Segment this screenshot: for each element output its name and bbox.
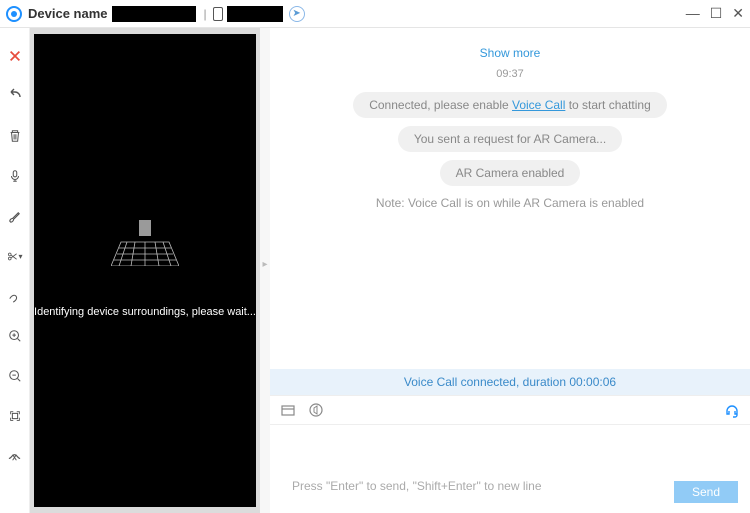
scissors-icon[interactable]: ▾ [7, 248, 23, 264]
main: ▾ [0, 28, 750, 513]
preview-status-text: Identifying device surroundings, please … [34, 306, 256, 318]
close-tool-icon[interactable] [7, 48, 23, 64]
tag-icon[interactable] [7, 288, 23, 304]
minimize-button[interactable]: — [686, 5, 700, 22]
undo-icon[interactable] [7, 88, 23, 104]
brush-icon[interactable] [7, 208, 23, 224]
call-status-bar: Voice Call connected, duration 00:00:06 [270, 369, 750, 395]
device-name-label: Device name [28, 6, 108, 21]
chat-body: Show more 09:37 Connected, please enable… [270, 28, 750, 369]
msg-text: to start chatting [565, 98, 650, 112]
microphone-icon[interactable] [7, 168, 23, 184]
chat-controls-row [270, 395, 750, 425]
zoom-out-icon[interactable] [7, 368, 23, 384]
headset-icon[interactable] [724, 402, 740, 418]
chat-note: Note: Voice Call is on while AR Camera i… [290, 196, 730, 210]
app-logo-icon [6, 6, 22, 22]
folder-icon[interactable] [280, 402, 296, 418]
fit-screen-icon[interactable] [7, 408, 23, 424]
trash-icon[interactable] [7, 128, 23, 144]
ar-cube-icon [139, 220, 151, 236]
zoom-in-icon[interactable] [7, 328, 23, 344]
pane-divider[interactable]: ▸ [260, 28, 270, 513]
chat-panel: Show more 09:37 Connected, please enable… [270, 28, 750, 513]
system-message-request: You sent a request for AR Camera... [398, 126, 622, 152]
maximize-button[interactable]: ☐ [710, 5, 723, 22]
phone-icon [213, 7, 223, 21]
device-preview: Identifying device surroundings, please … [34, 34, 256, 507]
tool-column: ▾ [0, 28, 30, 513]
system-message-connected: Connected, please enable Voice Call to s… [353, 92, 667, 118]
phone-value-redacted [227, 6, 283, 22]
chat-input-area[interactable]: Press "Enter" to send, "Shift+Enter" to … [270, 425, 750, 513]
show-more-link[interactable]: Show more [290, 46, 730, 60]
voice-call-link[interactable]: Voice Call [512, 98, 565, 112]
input-placeholder: Press "Enter" to send, "Shift+Enter" to … [292, 479, 542, 493]
chat-timestamp: 09:37 [290, 68, 730, 80]
separator: | [204, 7, 207, 21]
ar-scene: Identifying device surroundings, please … [34, 234, 256, 318]
ar-grid-icon [111, 234, 179, 266]
call-duration: 00:00:06 [569, 375, 616, 389]
device-preview-panel: Identifying device surroundings, please … [30, 28, 260, 513]
close-button[interactable]: ✕ [732, 5, 744, 22]
refresh-arrow-button[interactable]: ➤ [289, 6, 305, 22]
msg-text: Connected, please enable [369, 98, 512, 112]
window-controls: — ☐ ✕ [686, 5, 744, 22]
path-cut-icon[interactable] [7, 448, 23, 464]
status-text: Voice Call connected, duration [404, 375, 569, 389]
system-message-enabled: AR Camera enabled [440, 160, 581, 186]
device-name-value-redacted [112, 6, 196, 22]
titlebar: Device name | ➤ — ☐ ✕ [0, 0, 750, 28]
collapse-handle-icon[interactable]: ▸ [261, 259, 269, 283]
speaker-icon[interactable] [308, 402, 324, 418]
send-button[interactable]: Send [674, 481, 738, 503]
